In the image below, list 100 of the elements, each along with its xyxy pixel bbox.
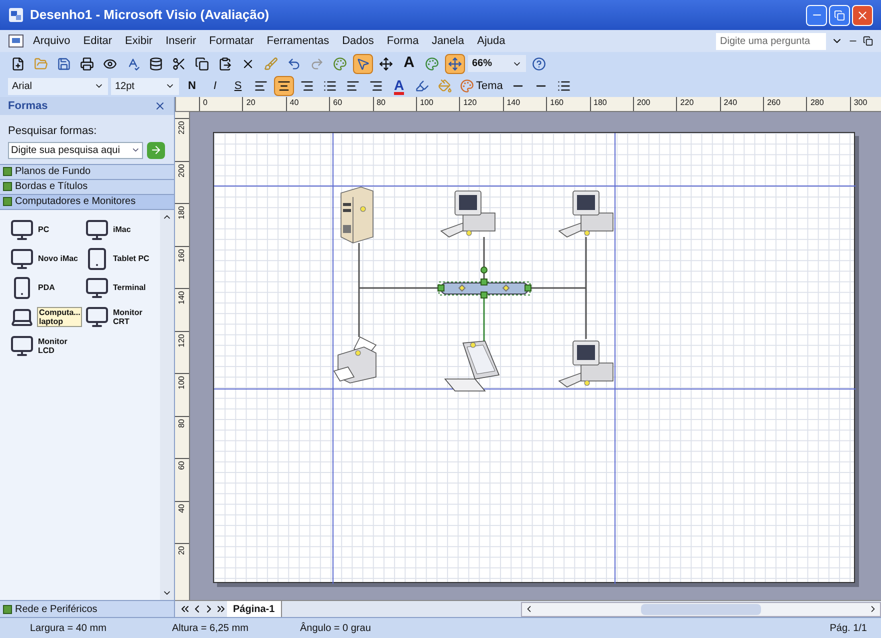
align-left-icon [254, 79, 268, 93]
search-go-button[interactable] [147, 142, 165, 158]
font-size-dropdown[interactable]: 12pt [111, 78, 179, 94]
desktop-computer-drawing [558, 340, 614, 388]
menu-item[interactable]: Ferramentas [260, 32, 336, 50]
close-icon [856, 8, 869, 22]
shape-item[interactable]: PDA [10, 276, 85, 300]
printer-drawing [333, 336, 377, 384]
ruler-label: 180 [594, 98, 607, 107]
ruler-label: 240 [724, 98, 738, 107]
restore-icon [834, 10, 845, 20]
menu-item[interactable]: Inserir [160, 32, 202, 50]
ruler-label: 80 [177, 418, 187, 428]
brush-icon [264, 56, 278, 70]
list-icon [323, 79, 337, 93]
theme-button[interactable]: Tema [458, 76, 505, 96]
pan-zoom-button[interactable] [445, 54, 465, 74]
ruler-label: 40 [177, 504, 187, 512]
close-icon[interactable] [154, 100, 166, 112]
desktop-computer-drawing [440, 190, 496, 238]
computer-icon [10, 218, 34, 242]
ruler-label: 280 [810, 98, 824, 107]
zoom-dropdown[interactable]: 66% [468, 55, 526, 72]
menu-item[interactable]: Forma [380, 32, 425, 50]
ruler-label: 200 [636, 98, 650, 107]
italic-button[interactable]: I [205, 76, 225, 96]
panel-scrollbar[interactable] [160, 210, 174, 600]
ruler-label: 80 [376, 98, 386, 107]
database-icon [149, 56, 163, 70]
window-title: Desenho1 - Microsoft Visio (Avaliação) [30, 6, 270, 24]
help-icon [532, 56, 546, 70]
ruler-label: 260 [767, 98, 780, 107]
shape-item[interactable]: Terminal [85, 276, 160, 300]
ruler-label: 140 [177, 291, 187, 304]
stencil-header[interactable]: Computadores e Monitores [0, 194, 174, 208]
bold-button[interactable]: N [182, 76, 202, 96]
shape-item[interactable]: PC [10, 218, 85, 242]
shape-item[interactable]: Tablet PC [85, 246, 160, 270]
shape-item[interactable]: iMac [85, 218, 160, 242]
monitor-icon [10, 246, 34, 270]
ruler-label: 0 [203, 98, 208, 107]
ruler-label: 120 [463, 98, 477, 107]
font-dropdown[interactable]: Arial [8, 78, 108, 94]
decrease-indent-icon [346, 79, 360, 93]
copy-icon [195, 56, 209, 70]
ruler-label: 100 [420, 98, 434, 107]
menu-item[interactable]: Janela [426, 32, 470, 50]
shape-search-field[interactable]: Digite sua pesquisa aqui [8, 142, 143, 158]
desktop-computer-drawing [558, 190, 614, 238]
menu-item[interactable]: Arquivo [27, 32, 76, 50]
scissors-icon [172, 56, 186, 70]
printer-icon [80, 56, 94, 70]
stencil-header[interactable]: Rede e Periféricos [0, 600, 174, 617]
minimize-button[interactable] [806, 4, 827, 26]
restore-button[interactable] [829, 4, 850, 26]
arrow-right-icon [150, 144, 162, 156]
paint-bucket-icon [438, 79, 452, 93]
shape-item[interactable]: Novo iMac [10, 246, 85, 270]
ruler-label: 160 [177, 248, 187, 262]
last-page-icon[interactable] [215, 603, 227, 615]
list-icon [556, 79, 571, 93]
new-document-icon [11, 56, 25, 70]
menu-item[interactable]: Ajuda [471, 32, 512, 50]
menu-item[interactable]: Formatar [203, 32, 260, 50]
align-right-icon [300, 79, 314, 93]
arrows-icon [379, 56, 393, 70]
shape-item[interactable]: Monitor CRT [85, 304, 160, 328]
ruler-label: 180 [177, 206, 187, 220]
pointer-icon [356, 56, 370, 70]
pen-icon [415, 79, 429, 93]
page-tab[interactable]: Página-1 [227, 601, 282, 617]
pointer-tool-button[interactable] [353, 54, 373, 74]
palette-icon [425, 56, 439, 70]
shape-item[interactable]: Monitor LCD [10, 334, 85, 358]
underline-button[interactable]: S [228, 76, 248, 96]
ethernet-bus-drawing[interactable] [438, 266, 532, 298]
text-tool-button[interactable]: A [399, 54, 419, 74]
menu-item[interactable]: Editar [77, 32, 118, 50]
first-page-icon[interactable] [179, 603, 191, 615]
align-center-button[interactable] [274, 76, 294, 96]
server-tower-drawing [340, 186, 374, 244]
redo-icon [310, 56, 324, 70]
status-text: Pág. 1/1 [830, 622, 867, 636]
stencil-header[interactable]: Bordas e Títulos [0, 178, 174, 194]
ruler-label: 140 [506, 98, 520, 107]
menu-item[interactable]: Dados [336, 32, 380, 50]
menu-item[interactable]: Exibir [119, 32, 159, 50]
palette-icon [460, 79, 474, 93]
help-search-field[interactable]: Digite uma pergunta [716, 32, 826, 50]
search-label: Pesquisar formas: [8, 124, 98, 139]
ruler-label: 20 [177, 546, 187, 555]
align-center-icon [277, 79, 291, 93]
ruler-label: 40 [290, 98, 299, 107]
stencil-header[interactable]: Planos de Fundo [0, 164, 174, 178]
eye-icon [103, 56, 117, 70]
close-button[interactable] [852, 4, 873, 26]
palette-icon [333, 56, 347, 70]
ruler-label: 220 [177, 121, 187, 134]
horizontal-scrollbar[interactable] [521, 602, 881, 616]
restore-icon[interactable] [863, 36, 873, 46]
